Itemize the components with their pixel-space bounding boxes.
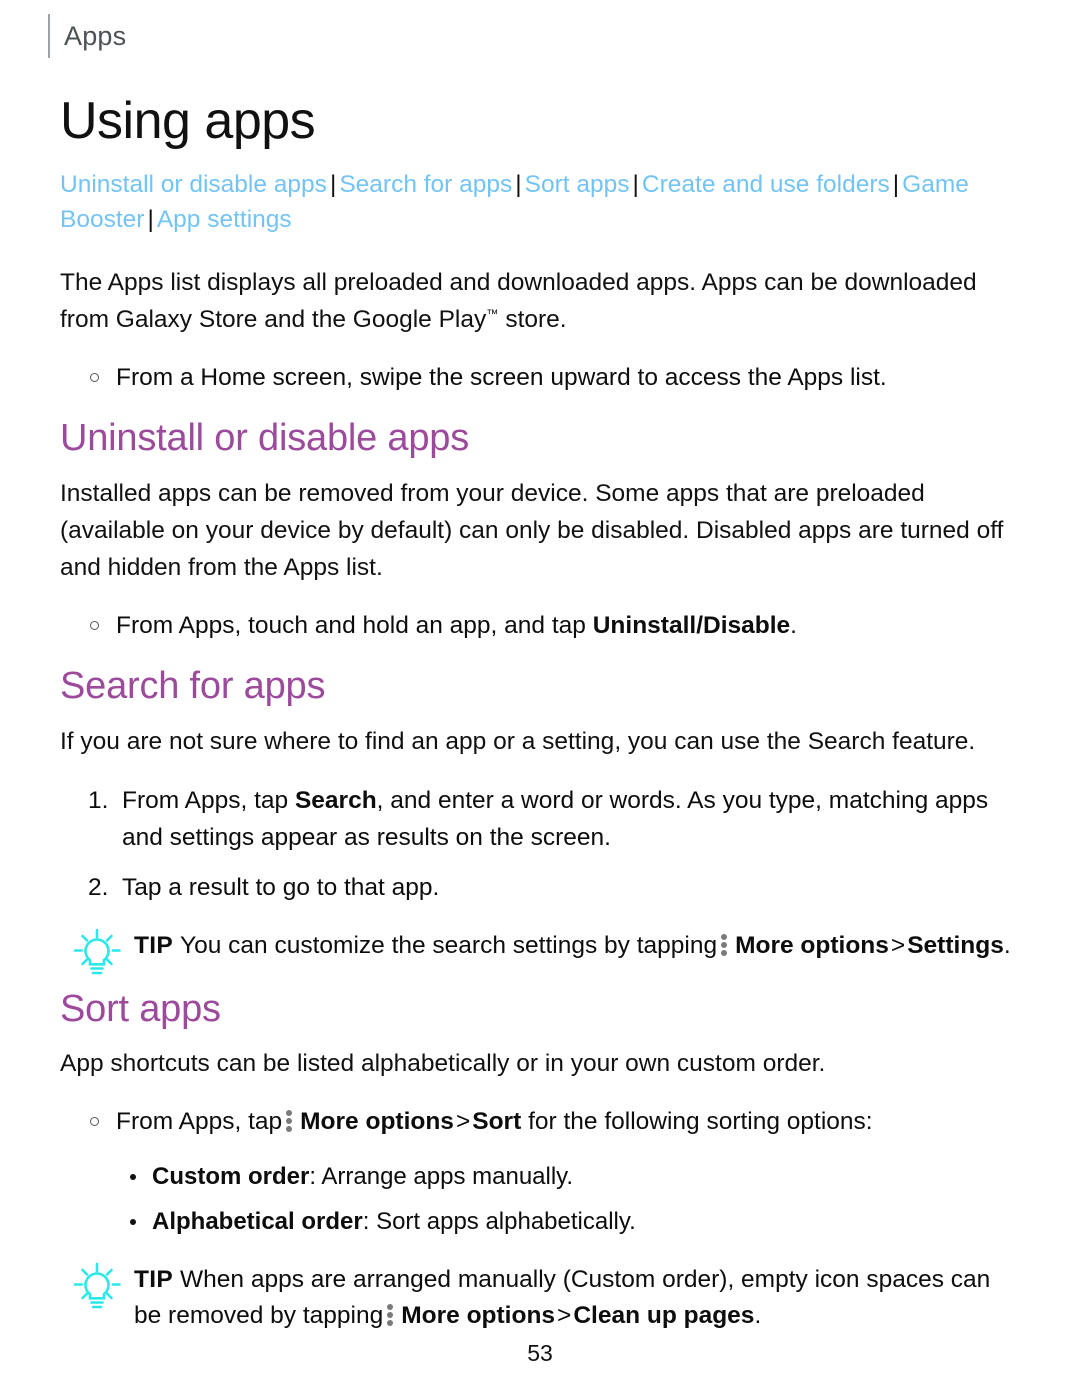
jump-link-search-for-apps[interactable]: Search for apps [339,171,512,198]
list-item-bold-sort: Sort [472,1108,522,1136]
breadcrumb-separator: > [455,1108,471,1136]
tip-label: TIP [134,1266,174,1294]
sort-option-definition: Arrange apps manually. [321,1163,574,1191]
list-item-bold-more-options: More options [300,1108,454,1136]
lightbulb-icon [70,926,124,980]
tip-bold-more-options: More options [735,931,889,959]
intro-paragraph-text-tail: store. [505,306,567,334]
sort-bullet-list: From Apps, tap More options>Sort for the … [60,1104,1020,1141]
list-item-bold-uninstall-disable: Uninstall/Disable [592,612,791,640]
list-item: 1. From Apps, tap Search, and enter a wo… [60,782,1020,856]
step-lead: Tap a result to go to that app. [122,873,440,901]
more-options-kebab-icon[interactable] [387,1303,394,1326]
list-item: From Apps, touch and hold an app, and ta… [60,608,1020,645]
dot-bullet-icon [130,1174,136,1181]
hollow-bullet-icon [90,621,99,631]
intro-paragraph: The Apps list displays all preloaded and… [60,264,1020,338]
tip-clean-up-pages: TIP When apps are arranged manually (Cust… [60,1262,1020,1334]
list-item-lead: From Apps, touch and hold an app, and ta… [116,612,586,640]
list-item: From Apps, tap More options>Sort for the … [60,1104,1020,1141]
jump-link-separator: | [632,171,639,199]
jump-link-app-settings[interactable]: App settings [157,206,292,233]
running-header: Apps [48,14,126,58]
section-heading-search-for-apps: Search for apps [60,665,326,708]
document-page: Apps Using apps Uninstall or disable app… [0,0,1080,1397]
sort-options-list: Custom order: Arrange apps manually. Alp… [60,1159,1020,1240]
section-paragraph-search: If you are not sure where to find an app… [60,727,976,755]
tip-breadcrumb-separator: > [890,931,906,959]
step-bold-search: Search [294,787,377,815]
sort-option-colon: : [309,1163,317,1191]
jump-link-separator: | [329,171,337,199]
tip-label: TIP [134,931,174,959]
running-header-label: Apps [64,20,127,51]
page-content: Using apps Uninstall or disable apps | Sea… [60,92,1020,1358]
tip-tail: . [1003,931,1011,959]
tip-breadcrumb-separator: > [557,1301,572,1329]
list-item: Custom order: Arrange apps manually. [60,1159,1020,1195]
jump-link-uninstall-or-disable-apps[interactable]: Uninstall or disable apps [60,171,327,198]
tip-lead: You can customize the search settings by… [180,931,718,959]
jump-link-separator: | [892,171,900,199]
trademark-symbol: ™ [486,306,499,321]
jump-links: Uninstall or disable apps | Search for app… [60,168,1010,238]
section-heading-sort-apps: Sort apps [60,987,221,1030]
list-item: 2. Tap a result to go to that app. [60,869,1020,906]
jump-link-create-and-use-folders[interactable]: Create and use folders [642,171,890,198]
tip-search-settings: TIP You can customize the search settings… [60,928,1020,975]
list-item: From a Home screen, swipe the screen upw… [60,360,1020,397]
lightbulb-icon [70,1260,124,1314]
sort-option-definition: Sort apps alphabetically. [376,1208,636,1236]
header-divider-rule [48,14,50,58]
list-item-tail: . [790,612,797,640]
dot-bullet-icon [130,1219,136,1226]
search-steps-list: 1. From Apps, tap Search, and enter a wo… [60,782,1020,906]
tip-bold-clean-up-pages: Clean up pages [573,1301,755,1329]
section-paragraph-sort: App shortcuts can be listed alphabetical… [60,1050,826,1078]
page-title: Using apps [60,92,316,150]
tip-tail: . [754,1301,762,1329]
tip-bold-settings: Settings [907,931,1004,959]
section-paragraph-uninstall: Installed apps can be removed from your … [60,479,1004,582]
sort-option-term-alphabetical-order: Alphabetical order [152,1208,363,1236]
hollow-bullet-icon [90,1117,99,1127]
uninstall-bullet-list: From Apps, touch and hold an app, and ta… [60,608,1020,645]
section-heading-uninstall-or-disable-apps: Uninstall or disable apps [60,417,470,460]
jump-link-separator: | [147,206,154,234]
sort-option-term-custom-order: Custom order [152,1163,310,1191]
intro-bullet-list: From a Home screen, swipe the screen upw… [60,360,1020,397]
step-lead: From Apps, tap [122,787,289,815]
hollow-bullet-icon [90,373,99,383]
tip-bold-more-options: More options [401,1301,556,1329]
step-number: 1. [88,787,109,815]
page-number: 53 [527,1340,553,1366]
list-item-tail: for the following sorting options: [528,1108,873,1136]
list-item-lead: From Apps, tap [116,1108,283,1136]
step-number: 2. [88,873,109,901]
jump-link-separator: | [515,171,522,199]
sort-option-colon: : [362,1208,370,1236]
list-item: Alphabetical order: Sort apps alphabetic… [60,1204,1020,1240]
more-options-kebab-icon[interactable] [721,933,728,956]
jump-link-sort-apps[interactable]: Sort apps [525,171,630,198]
more-options-kebab-icon[interactable] [286,1110,293,1133]
list-item-label: From a Home screen, swipe the screen upw… [116,364,887,392]
